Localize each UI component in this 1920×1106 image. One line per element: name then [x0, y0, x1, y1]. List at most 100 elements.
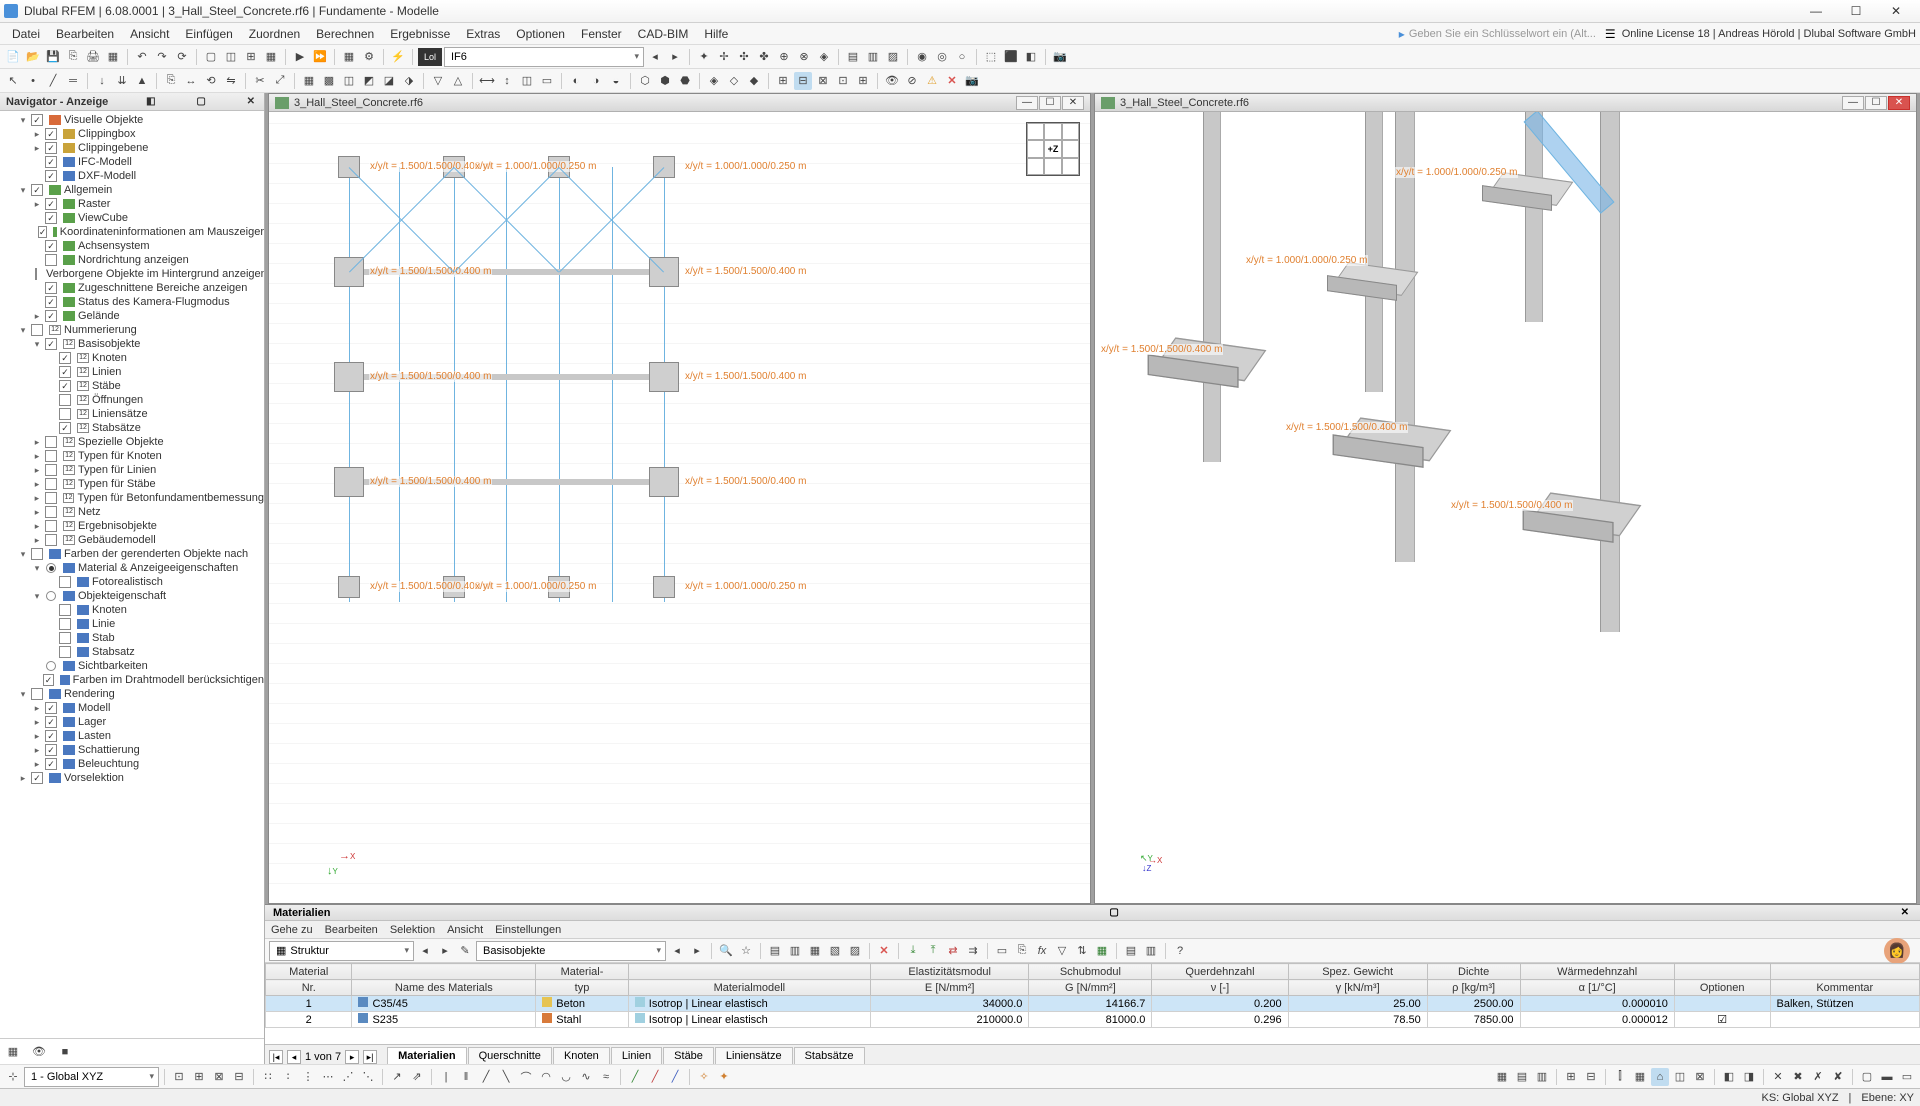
pager-last[interactable]: ▸| — [363, 1050, 377, 1064]
gen4-button[interactable]: ◩ — [360, 72, 378, 90]
nav-data-button[interactable]: ▦ — [4, 1043, 22, 1061]
vtool-11[interactable]: ◧ — [1720, 1068, 1738, 1086]
table-cell[interactable]: 78.50 — [1288, 1012, 1427, 1028]
tool-j[interactable]: ▨ — [884, 48, 902, 66]
tab-liniensätze[interactable]: Liniensätze — [715, 1047, 793, 1064]
menu-hilfe[interactable]: Hilfe — [696, 25, 736, 43]
tree-toggle-icon[interactable]: ▸ — [32, 465, 42, 476]
tree-checkbox[interactable] — [45, 520, 57, 532]
tree-item[interactable]: ▸Lasten — [0, 729, 264, 743]
table-cell[interactable]: ☑ — [1674, 1012, 1770, 1028]
window-2-button[interactable]: ◫ — [222, 48, 240, 66]
view-plan-max[interactable]: ☐ — [1039, 96, 1061, 110]
bp-btn-2[interactable]: ☆ — [737, 942, 755, 960]
tree-checkbox[interactable] — [45, 744, 57, 756]
misc2-button[interactable]: ⬢ — [656, 72, 674, 90]
tree-checkbox[interactable] — [59, 632, 71, 644]
misc6-button[interactable]: ◆ — [745, 72, 763, 90]
tree-toggle-icon[interactable]: ▸ — [32, 507, 42, 518]
tree-checkbox[interactable] — [59, 618, 71, 630]
vtool-3[interactable]: ▥ — [1533, 1068, 1551, 1086]
col-header[interactable]: typ — [536, 980, 629, 996]
view-iso[interactable]: 3_Hall_Steel_Concrete.rf6 — ☐ ✕ — [1094, 93, 1917, 904]
navigator-close[interactable]: ✕ — [244, 96, 258, 107]
tree-checkbox[interactable] — [43, 674, 53, 686]
tree-item[interactable]: ▸12Typen für Betonfundamentbemessung — [0, 491, 264, 505]
tab-knoten[interactable]: Knoten — [553, 1047, 610, 1064]
dim1-button[interactable]: ⟷ — [478, 72, 496, 90]
tree-toggle-icon[interactable]: ▸ — [32, 759, 42, 770]
tree-toggle-icon[interactable]: ▸ — [32, 521, 42, 532]
show-button[interactable]: 👁 — [883, 72, 901, 90]
coord-icon[interactable]: ⊹ — [4, 1068, 22, 1086]
view-iso-close[interactable]: ✕ — [1888, 96, 1910, 110]
bp-copy[interactable]: ⎘ — [1013, 942, 1031, 960]
vtool-12[interactable]: ◨ — [1740, 1068, 1758, 1086]
col-header[interactable]: Querdehnzahl — [1152, 964, 1288, 980]
tree-item[interactable]: ▸12Ergebnisobjekte — [0, 519, 264, 533]
tree-toggle-icon[interactable]: ▸ — [32, 479, 42, 490]
vtool-7[interactable]: ▦ — [1631, 1068, 1649, 1086]
tree-item[interactable]: ViewCube — [0, 211, 264, 225]
tree-toggle-icon[interactable]: ▾ — [18, 185, 28, 196]
loadcase-prev[interactable]: ◂ — [646, 48, 664, 66]
tree-item[interactable]: ▾Rendering — [0, 687, 264, 701]
bp-menu-einstellungen[interactable]: Einstellungen — [495, 924, 561, 936]
tree-checkbox[interactable] — [45, 156, 57, 168]
tree-checkbox[interactable] — [45, 128, 57, 140]
loadcase-combo[interactable]: IF6 — [444, 47, 644, 67]
bp-table[interactable]: ▤ — [1122, 942, 1140, 960]
tree-toggle-icon[interactable]: ▸ — [32, 535, 42, 546]
tree-checkbox[interactable] — [45, 702, 57, 714]
tree-toggle-icon[interactable]: ▸ — [32, 703, 42, 714]
table-cell[interactable]: C35/45 — [352, 996, 536, 1012]
col-header[interactable]: E [N/mm²] — [870, 980, 1028, 996]
tree-checkbox[interactable] — [45, 478, 57, 490]
combo-edit[interactable]: ✎ — [456, 942, 474, 960]
snap8[interactable]: ⋯ — [319, 1068, 337, 1086]
table-cell[interactable]: 0.296 — [1152, 1012, 1288, 1028]
guide7[interactable]: ⌒ — [517, 1068, 535, 1086]
tree-checkbox[interactable] — [35, 268, 37, 280]
tree-toggle-icon[interactable]: ▾ — [18, 115, 28, 126]
vtool-17[interactable]: ▢ — [1858, 1068, 1876, 1086]
snapshot-button[interactable]: 📷 — [963, 72, 981, 90]
col-header[interactable]: Wärmedehnzahl — [1520, 964, 1674, 980]
vtool-8[interactable]: ⌂ — [1651, 1068, 1669, 1086]
avatar[interactable]: 👩 — [1884, 938, 1910, 964]
snap5[interactable]: ∷ — [259, 1068, 277, 1086]
gen2-button[interactable]: ▩ — [320, 72, 338, 90]
menu-bearbeiten[interactable]: Bearbeiten — [48, 25, 122, 43]
tree-checkbox[interactable] — [59, 422, 71, 434]
bp-delete[interactable]: ✕ — [875, 942, 893, 960]
loadcase-next[interactable]: ▸ — [666, 48, 684, 66]
select-button[interactable]: ↖ — [4, 72, 22, 90]
vtool-13[interactable]: ✕ — [1769, 1068, 1787, 1086]
calc-button[interactable]: ▶ — [291, 48, 309, 66]
tree-checkbox[interactable] — [59, 408, 71, 420]
snap10[interactable]: ⋱ — [359, 1068, 377, 1086]
navigator-pin[interactable]: ◧ — [143, 96, 158, 107]
view3-button[interactable]: ◒ — [607, 72, 625, 90]
table-cell[interactable] — [1770, 1012, 1920, 1028]
tree-checkbox[interactable] — [59, 394, 71, 406]
table-cell[interactable]: 2 — [266, 1012, 352, 1028]
window-4-button[interactable]: ▦ — [262, 48, 280, 66]
tree-toggle-icon[interactable]: ▸ — [32, 437, 42, 448]
dim2-button[interactable]: ↕ — [498, 72, 516, 90]
bp-export[interactable]: ⤒ — [924, 942, 942, 960]
tree-item[interactable]: Koordinateninformationen am Mauszeiger — [0, 225, 264, 239]
table-cell[interactable]: S235 — [352, 1012, 536, 1028]
new-button[interactable]: 📄 — [4, 48, 22, 66]
misc1-button[interactable]: ⬡ — [636, 72, 654, 90]
guide5[interactable]: ╱ — [477, 1068, 495, 1086]
tab-materialien[interactable]: Materialien — [387, 1047, 466, 1064]
tree-checkbox[interactable] — [45, 254, 57, 266]
mirror-button[interactable]: ⇋ — [222, 72, 240, 90]
nav-video-button[interactable]: ■ — [56, 1043, 74, 1061]
snap3[interactable]: ⊠ — [210, 1068, 228, 1086]
bp-excel[interactable]: ▦ — [1093, 942, 1111, 960]
copy-button[interactable]: ⎘ — [162, 72, 180, 90]
snap6[interactable]: ∶ — [279, 1068, 297, 1086]
bp-sort[interactable]: ⇅ — [1073, 942, 1091, 960]
